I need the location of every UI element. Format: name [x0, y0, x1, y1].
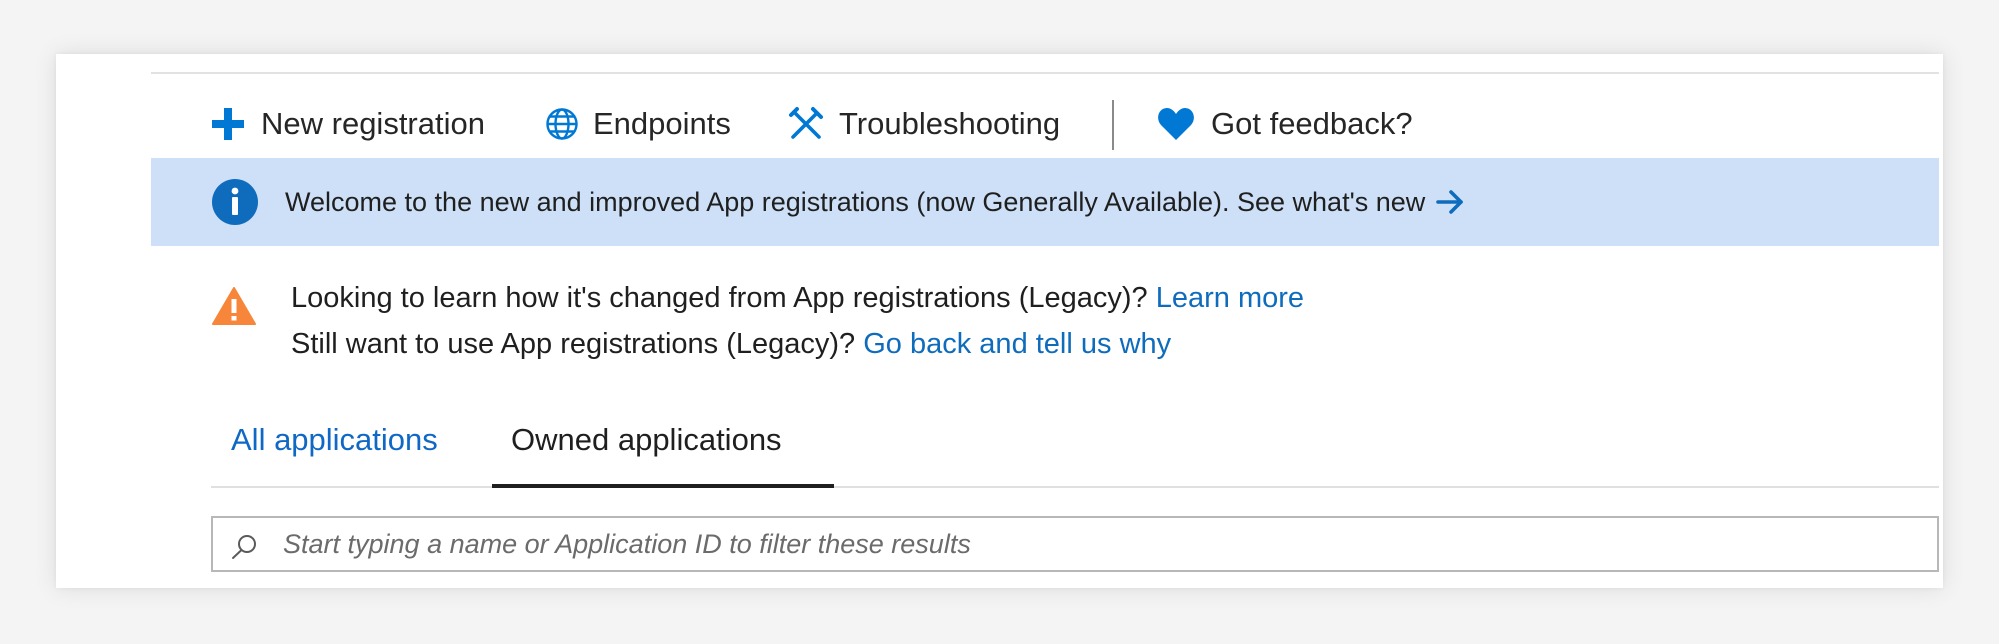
command-bar: New registration Endpoints Troubleshooti…	[151, 92, 1939, 156]
warning-icon	[212, 287, 256, 325]
heart-icon	[1158, 108, 1194, 140]
legacy-info-text: Looking to learn how it's changed from A…	[291, 282, 1156, 314]
feedback-label: Got feedback?	[1211, 106, 1413, 141]
info-banner: Welcome to the new and improved App regi…	[151, 158, 1939, 246]
filter-box	[211, 516, 1939, 572]
app-registrations-panel: New registration Endpoints Troubleshooti…	[56, 54, 1943, 588]
endpoints-button[interactable]: Endpoints	[545, 92, 731, 156]
troubleshooting-button[interactable]: Troubleshooting	[787, 92, 1060, 156]
panel-content: New registration Endpoints Troubleshooti…	[151, 54, 1939, 588]
toolbar-separator	[1112, 100, 1114, 150]
application-tabs: All applications Owned applications	[211, 414, 1939, 488]
tools-icon	[789, 107, 823, 139]
selected-tab-indicator	[492, 484, 834, 488]
plus-icon	[212, 108, 244, 140]
new-registration-label: New registration	[261, 106, 485, 141]
filter-input[interactable]	[283, 518, 1923, 570]
troubleshooting-label: Troubleshooting	[839, 106, 1061, 141]
info-icon	[212, 179, 258, 225]
tabs-divider	[211, 486, 1939, 488]
tab-all-applications[interactable]: All applications	[231, 422, 438, 458]
feedback-button[interactable]: Got feedback?	[1157, 92, 1413, 156]
learn-more-link[interactable]: Learn more	[1156, 282, 1304, 314]
arrow-right-icon	[1436, 190, 1464, 214]
legacy-feedback-line: Still want to use App registrations (Leg…	[291, 328, 1171, 361]
new-registration-button[interactable]: New registration	[211, 92, 485, 156]
endpoints-label: Endpoints	[593, 106, 731, 141]
info-banner-message[interactable]: Welcome to the new and improved App regi…	[285, 158, 1465, 246]
legacy-feedback-text: Still want to use App registrations (Leg…	[291, 328, 864, 360]
globe-icon	[546, 108, 578, 140]
top-divider	[151, 72, 1939, 74]
tab-owned-applications[interactable]: Owned applications	[511, 422, 782, 458]
legacy-info-line: Looking to learn how it's changed from A…	[291, 282, 1304, 315]
go-back-link[interactable]: Go back and tell us why	[863, 328, 1171, 360]
info-banner-text: Welcome to the new and improved App regi…	[285, 186, 1426, 217]
search-icon	[232, 535, 256, 559]
